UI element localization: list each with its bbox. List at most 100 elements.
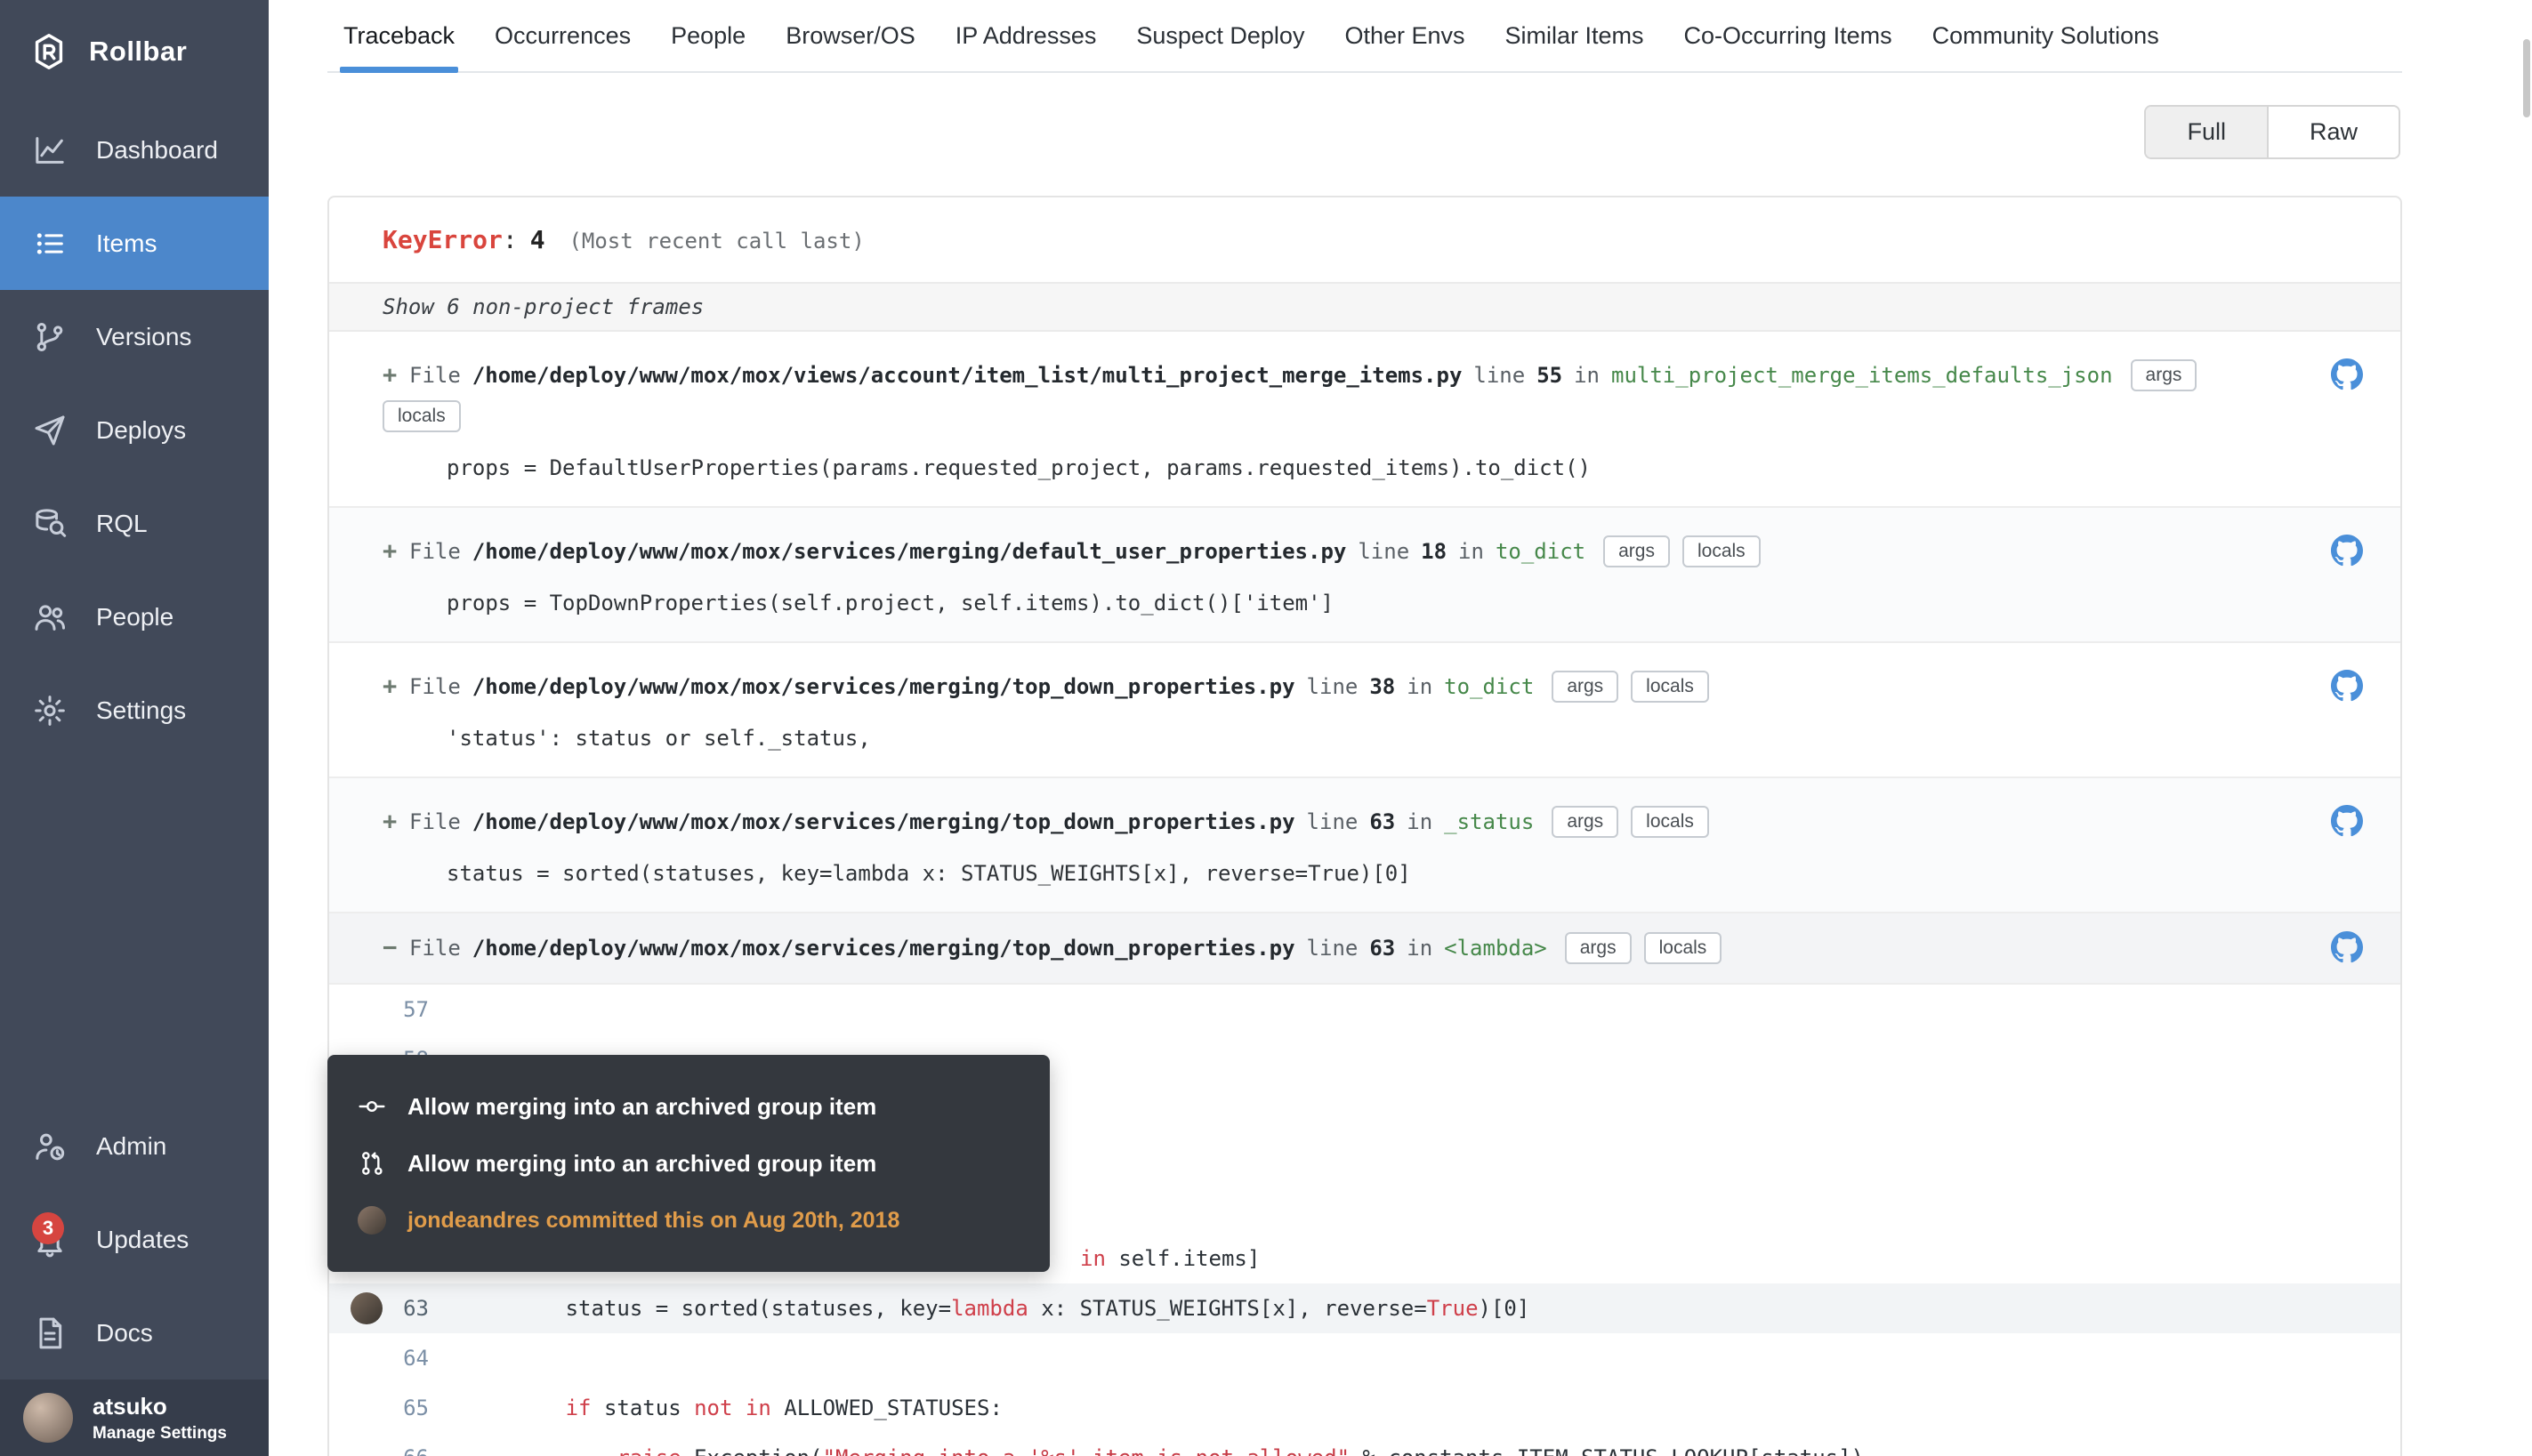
frame-header: +File/home/deploy/www/mox/mox/services/m…	[383, 531, 2347, 572]
github-link[interactable]	[2331, 670, 2363, 702]
user-meta: atsuko Manage Settings	[93, 1393, 227, 1444]
manage-settings-link[interactable]: Manage Settings	[93, 1424, 227, 1444]
sidebar-item-deploys[interactable]: Deploys	[0, 383, 269, 477]
file-path: /home/deploy/www/mox/mox/services/mergin…	[472, 936, 1295, 961]
sidebar-item-label: Deploys	[96, 416, 186, 445]
in-label: in	[1407, 936, 1432, 961]
stack-frame: +File/home/deploy/www/mox/mox/services/m…	[329, 643, 2400, 778]
source-code: if status not in ALLOWED_STATUSES:	[463, 1383, 1003, 1433]
source-line: 57	[329, 985, 2400, 1034]
locals-button[interactable]: locals	[1682, 535, 1761, 567]
sidebar-item-rql[interactable]: RQL	[0, 477, 269, 570]
exception-type: KeyError	[383, 225, 503, 254]
frame-code-line: 'status': status or self._status,	[447, 723, 2347, 753]
tab-bar: Traceback Occurrences People Browser/OS IP A…	[327, 0, 2402, 73]
exception-header: KeyError:4 (Most recent call last)	[329, 197, 2400, 282]
expand-frame-toggle[interactable]: +	[383, 355, 409, 396]
tab-community-solutions[interactable]: Community Solutions	[1932, 0, 2159, 71]
locals-button[interactable]: locals	[383, 400, 461, 432]
sidebar-item-label: Dashboard	[96, 136, 218, 165]
args-button[interactable]: args	[1552, 671, 1618, 703]
sidebar-item-people[interactable]: People	[0, 570, 269, 664]
blame-attribution-link[interactable]: jondeandres committed this on Aug 20th, …	[407, 1208, 899, 1234]
line-number: 66	[329, 1433, 429, 1456]
frame-line-number: 63	[1369, 809, 1395, 834]
blame-attribution-row: jondeandres committed this on Aug 20th, …	[358, 1192, 1020, 1249]
github-link[interactable]	[2331, 358, 2363, 390]
view-toggle-full[interactable]: Full	[2146, 107, 2267, 157]
tab-browser-os[interactable]: Browser/OS	[786, 0, 915, 71]
view-toggle-raw[interactable]: Raw	[2267, 107, 2399, 157]
file-label: File	[409, 674, 461, 699]
rollbar-logo-icon	[28, 31, 69, 72]
line-number: 64	[329, 1333, 429, 1383]
args-button[interactable]: args	[1552, 806, 1618, 838]
tab-suspect-deploy[interactable]: Suspect Deploy	[1136, 0, 1304, 71]
github-link[interactable]	[2331, 535, 2363, 567]
tab-similar-items[interactable]: Similar Items	[1505, 0, 1644, 71]
blame-tooltip-text: Allow merging into an archived group ite…	[407, 1093, 876, 1121]
settings-gear-icon	[32, 693, 68, 728]
frame-line-number: 55	[1536, 363, 1562, 388]
collapse-frame-toggle[interactable]: −	[383, 928, 409, 969]
rollbar-logo[interactable]: Rollbar	[0, 0, 269, 103]
blame-avatar[interactable]	[351, 1292, 383, 1324]
locals-button[interactable]: locals	[1631, 671, 1709, 703]
source-line: 63 status = sorted(statuses, key=lambda …	[329, 1283, 2400, 1333]
expand-frame-toggle[interactable]: +	[383, 666, 409, 707]
expand-frame-toggle[interactable]: +	[383, 801, 409, 842]
sidebar-item-versions[interactable]: Versions	[0, 290, 269, 383]
args-button[interactable]: args	[1603, 535, 1670, 567]
user-name: atsuko	[93, 1393, 227, 1420]
line-label: line	[1358, 539, 1409, 564]
function-name: multi_project_merge_items_defaults_json	[1611, 363, 2113, 388]
sidebar-item-items[interactable]: Items	[0, 197, 269, 290]
tab-ip-addresses[interactable]: IP Addresses	[956, 0, 1097, 71]
in-label: in	[1407, 809, 1432, 834]
line-number: 57	[329, 985, 429, 1034]
tab-people[interactable]: People	[671, 0, 746, 71]
tab-traceback[interactable]: Traceback	[343, 0, 455, 71]
tab-other-envs[interactable]: Other Envs	[1344, 0, 1464, 71]
source-code: status = sorted(statuses, key=lambda x: …	[463, 1283, 1529, 1333]
stack-frame: +File/home/deploy/www/mox/mox/services/m…	[329, 778, 2400, 913]
stack-frame: +File/home/deploy/www/mox/mox/services/m…	[329, 508, 2400, 643]
source-line: 64	[329, 1333, 2400, 1383]
line-label: line	[1307, 936, 1359, 961]
user-avatar	[23, 1393, 73, 1443]
non-project-frames-toggle[interactable]: Show 6 non-project frames	[329, 282, 2400, 332]
frame-header: −File/home/deploy/www/mox/mox/services/m…	[383, 928, 2347, 969]
git-blame-tooltip: Allow merging into an archived group ite…	[327, 1055, 1050, 1272]
exception-value: 4	[530, 225, 545, 254]
file-label: File	[409, 936, 461, 961]
rql-icon	[32, 506, 68, 542]
file-label: File	[409, 363, 461, 388]
in-label: in	[1407, 674, 1432, 699]
locals-button[interactable]: locals	[1644, 932, 1722, 964]
scrollbar-thumb[interactable]	[2523, 39, 2530, 117]
sidebar-item-updates[interactable]: 3Updates	[0, 1193, 269, 1286]
tab-occurrences[interactable]: Occurrences	[495, 0, 631, 71]
expand-frame-toggle[interactable]: +	[383, 531, 409, 572]
file-path: /home/deploy/www/mox/mox/views/account/i…	[472, 363, 1463, 388]
sidebar-item-dashboard[interactable]: Dashboard	[0, 103, 269, 197]
user-menu[interactable]: atsuko Manage Settings	[0, 1380, 269, 1456]
args-button[interactable]: args	[1565, 932, 1632, 964]
sidebar-item-label: Items	[96, 229, 157, 258]
sidebar-item-label: Settings	[96, 696, 186, 725]
sidebar-item-label: People	[96, 603, 173, 631]
github-link[interactable]	[2331, 805, 2363, 837]
people-icon	[32, 599, 68, 635]
tab-co-occurring-items[interactable]: Co-Occurring Items	[1684, 0, 1892, 71]
sidebar-item-settings[interactable]: Settings	[0, 664, 269, 757]
logo-label: Rollbar	[89, 36, 187, 68]
locals-button[interactable]: locals	[1631, 806, 1709, 838]
deploys-icon	[32, 413, 68, 448]
commit-icon	[358, 1092, 386, 1121]
sidebar-nav: Dashboard Items Versions Deploys RQL People Se…	[0, 103, 269, 757]
notification-badge: 3	[32, 1212, 64, 1244]
sidebar-item-admin[interactable]: Admin	[0, 1099, 269, 1193]
sidebar-item-docs[interactable]: Docs	[0, 1286, 269, 1380]
args-button[interactable]: args	[2131, 359, 2197, 391]
github-link[interactable]	[2331, 931, 2363, 963]
